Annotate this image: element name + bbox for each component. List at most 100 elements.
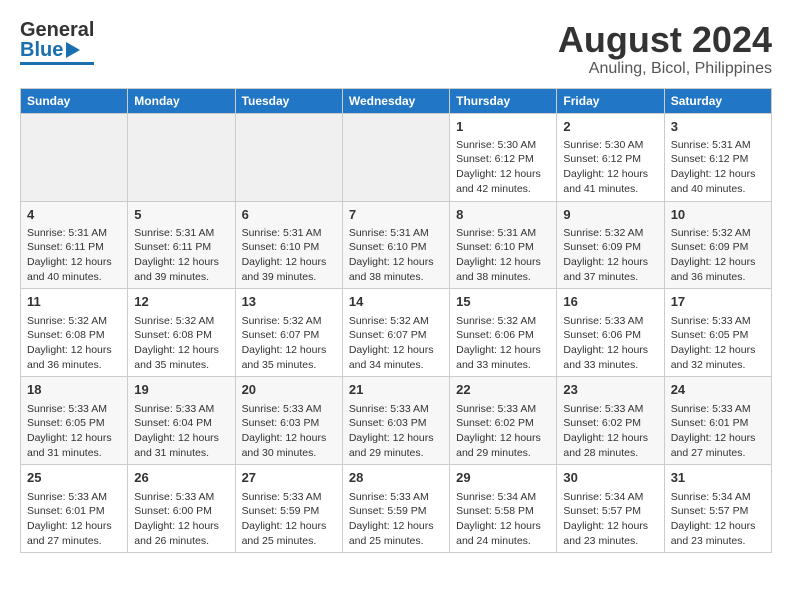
day-info: Sunrise: 5:30 AM [563, 138, 657, 153]
day-number: 15 [456, 293, 550, 311]
day-info: and 39 minutes. [134, 270, 228, 285]
day-info: and 33 minutes. [563, 358, 657, 373]
day-info: and 34 minutes. [349, 358, 443, 373]
day-info: Sunrise: 5:32 AM [134, 314, 228, 329]
day-info: Sunrise: 5:33 AM [671, 314, 765, 329]
day-info: Sunset: 6:01 PM [671, 416, 765, 431]
day-info: Sunrise: 5:32 AM [671, 226, 765, 241]
day-number: 23 [563, 381, 657, 399]
day-number: 27 [242, 469, 336, 487]
calendar-cell: 20Sunrise: 5:33 AMSunset: 6:03 PMDayligh… [235, 377, 342, 465]
day-info: Sunrise: 5:32 AM [242, 314, 336, 329]
calendar-cell: 21Sunrise: 5:33 AMSunset: 6:03 PMDayligh… [342, 377, 449, 465]
day-info: Sunrise: 5:33 AM [27, 490, 121, 505]
calendar-cell: 26Sunrise: 5:33 AMSunset: 6:00 PMDayligh… [128, 465, 235, 553]
day-number: 24 [671, 381, 765, 399]
calendar-week-row: 4Sunrise: 5:31 AMSunset: 6:11 PMDaylight… [21, 201, 772, 289]
day-info: Sunrise: 5:33 AM [456, 402, 550, 417]
day-info: Sunset: 6:11 PM [27, 240, 121, 255]
day-info: Sunset: 6:00 PM [134, 504, 228, 519]
calendar-week-row: 25Sunrise: 5:33 AMSunset: 6:01 PMDayligh… [21, 465, 772, 553]
page-header: General Blue August 2024 Anuling, Bicol,… [20, 20, 772, 78]
calendar-cell: 13Sunrise: 5:32 AMSunset: 6:07 PMDayligh… [235, 289, 342, 377]
calendar-cell: 12Sunrise: 5:32 AMSunset: 6:08 PMDayligh… [128, 289, 235, 377]
day-info: and 40 minutes. [27, 270, 121, 285]
day-info: and 42 minutes. [456, 182, 550, 197]
day-info: and 29 minutes. [456, 446, 550, 461]
day-info: Sunrise: 5:34 AM [563, 490, 657, 505]
calendar-cell: 11Sunrise: 5:32 AMSunset: 6:08 PMDayligh… [21, 289, 128, 377]
day-number: 13 [242, 293, 336, 311]
day-number: 17 [671, 293, 765, 311]
day-number: 19 [134, 381, 228, 399]
calendar-cell: 23Sunrise: 5:33 AMSunset: 6:02 PMDayligh… [557, 377, 664, 465]
day-info: Sunset: 6:09 PM [563, 240, 657, 255]
day-info: Daylight: 12 hours [134, 519, 228, 534]
calendar-week-row: 11Sunrise: 5:32 AMSunset: 6:08 PMDayligh… [21, 289, 772, 377]
day-info: Sunset: 5:59 PM [242, 504, 336, 519]
calendar-header-row: SundayMondayTuesdayWednesdayThursdayFrid… [21, 88, 772, 113]
day-info: Sunset: 6:06 PM [456, 328, 550, 343]
day-info: Daylight: 12 hours [27, 343, 121, 358]
day-info: Daylight: 12 hours [671, 519, 765, 534]
day-info: Sunrise: 5:31 AM [456, 226, 550, 241]
day-info: Sunrise: 5:33 AM [27, 402, 121, 417]
day-info: Sunset: 6:04 PM [134, 416, 228, 431]
day-info: Daylight: 12 hours [242, 519, 336, 534]
calendar-cell: 14Sunrise: 5:32 AMSunset: 6:07 PMDayligh… [342, 289, 449, 377]
day-header-friday: Friday [557, 88, 664, 113]
day-number: 10 [671, 206, 765, 224]
day-number: 18 [27, 381, 121, 399]
day-number: 26 [134, 469, 228, 487]
day-info: Sunrise: 5:31 AM [349, 226, 443, 241]
day-info: Daylight: 12 hours [134, 255, 228, 270]
day-info: Sunset: 5:57 PM [563, 504, 657, 519]
day-header-sunday: Sunday [21, 88, 128, 113]
day-info: and 31 minutes. [27, 446, 121, 461]
day-number: 3 [671, 118, 765, 136]
day-number: 9 [563, 206, 657, 224]
day-info: Daylight: 12 hours [563, 167, 657, 182]
day-number: 20 [242, 381, 336, 399]
day-info: Sunset: 6:12 PM [671, 152, 765, 167]
day-info: and 24 minutes. [456, 534, 550, 549]
day-info: and 28 minutes. [563, 446, 657, 461]
day-info: Sunset: 5:58 PM [456, 504, 550, 519]
day-info: Daylight: 12 hours [27, 255, 121, 270]
day-info: Sunrise: 5:30 AM [456, 138, 550, 153]
day-info: and 23 minutes. [563, 534, 657, 549]
calendar-cell: 30Sunrise: 5:34 AMSunset: 5:57 PMDayligh… [557, 465, 664, 553]
calendar-cell: 22Sunrise: 5:33 AMSunset: 6:02 PMDayligh… [450, 377, 557, 465]
day-info: and 29 minutes. [349, 446, 443, 461]
day-info: and 35 minutes. [134, 358, 228, 373]
day-info: Sunset: 6:08 PM [27, 328, 121, 343]
day-info: Sunset: 6:05 PM [671, 328, 765, 343]
day-info: Daylight: 12 hours [134, 431, 228, 446]
day-info: Daylight: 12 hours [671, 167, 765, 182]
day-info: Daylight: 12 hours [456, 255, 550, 270]
calendar-cell [21, 113, 128, 201]
day-info: Sunrise: 5:33 AM [349, 490, 443, 505]
day-info: Daylight: 12 hours [456, 343, 550, 358]
day-info: and 40 minutes. [671, 182, 765, 197]
day-number: 30 [563, 469, 657, 487]
day-number: 16 [563, 293, 657, 311]
day-info: Sunrise: 5:32 AM [456, 314, 550, 329]
day-info: Daylight: 12 hours [349, 431, 443, 446]
calendar-cell: 15 Sunrise: 5:32 AMSunset: 6:06 PMDayligh… [450, 289, 557, 377]
day-info: and 30 minutes. [242, 446, 336, 461]
day-info: Sunset: 6:10 PM [456, 240, 550, 255]
day-info: Daylight: 12 hours [27, 519, 121, 534]
day-number: 5 [134, 206, 228, 224]
day-info: Sunrise: 5:33 AM [563, 402, 657, 417]
day-info: and 36 minutes. [27, 358, 121, 373]
day-info: Daylight: 12 hours [27, 431, 121, 446]
day-info: Sunrise: 5:31 AM [242, 226, 336, 241]
day-header-saturday: Saturday [664, 88, 771, 113]
day-info: Sunrise: 5:33 AM [349, 402, 443, 417]
day-info: Sunset: 6:02 PM [456, 416, 550, 431]
day-info: Daylight: 12 hours [563, 255, 657, 270]
calendar-cell: 28Sunrise: 5:33 AMSunset: 5:59 PMDayligh… [342, 465, 449, 553]
day-info: Daylight: 12 hours [563, 431, 657, 446]
calendar-cell: 7Sunrise: 5:31 AMSunset: 6:10 PMDaylight… [342, 201, 449, 289]
